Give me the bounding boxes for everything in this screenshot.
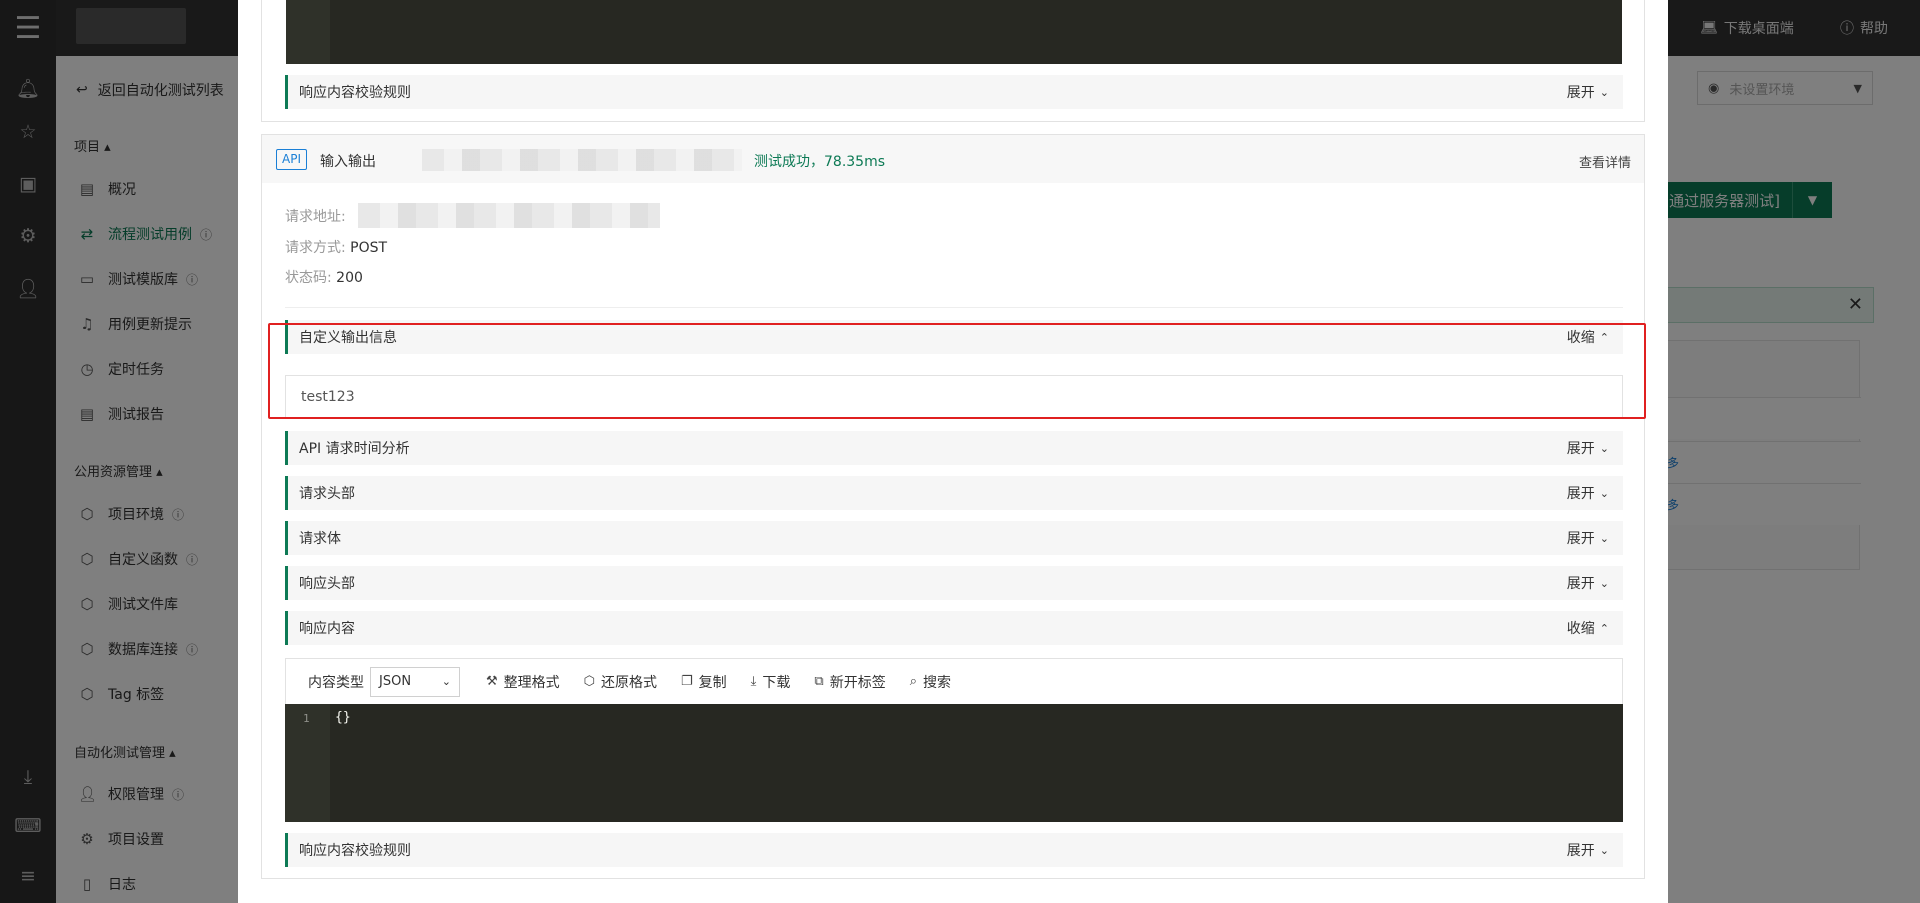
chevron-down-icon: ⌄: [1599, 441, 1609, 455]
hammer-icon: ⚒: [486, 674, 498, 689]
section-response-content[interactable]: 响应内容 收缩 ⌃: [285, 611, 1623, 645]
section-response-validation-top[interactable]: 响应内容校验规则 展开 ⌄: [285, 75, 1623, 109]
request-url-row: 请求地址:: [285, 209, 346, 225]
section-response-headers[interactable]: 响应头部 展开 ⌄: [285, 566, 1623, 600]
response-toolbar: 内容类型 JSON ⌄ ⚒ 整理格式 ⬡ 还原格式 ❐ 复制 ⤓ 下载 ⧉ 新开标签 ⌕ 搜索: [285, 658, 1623, 704]
section-request-headers[interactable]: 请求头部 展开 ⌄: [285, 476, 1623, 510]
expand-toggle[interactable]: 展开 ⌄: [1567, 82, 1609, 102]
section-label: 响应内容: [299, 621, 355, 637]
view-details-link[interactable]: 查看详情: [1579, 152, 1631, 171]
api-tag: API: [276, 149, 307, 170]
chevron-down-icon: ⌄: [441, 675, 451, 688]
download-icon: ⤓: [750, 674, 757, 689]
section-request-timing[interactable]: API 请求时间分析 展开 ⌄: [285, 431, 1623, 465]
expand-toggle[interactable]: 展开 ⌄: [1567, 573, 1609, 593]
section-label: 请求体: [299, 531, 341, 547]
status-text: 测试成功，78.35ms: [754, 154, 886, 170]
section-label: 响应内容校验规则: [299, 85, 411, 101]
request-method-value: POST: [350, 240, 388, 256]
section-label: 响应内容校验规则: [299, 843, 411, 859]
section-request-body[interactable]: 请求体 展开 ⌄: [285, 521, 1623, 555]
custom-output-value: test123: [301, 389, 355, 405]
status-code-row: 状态码: 200: [285, 270, 363, 286]
section-label: 请求头部: [299, 486, 355, 502]
expand-toggle[interactable]: 展开 ⌄: [1567, 483, 1609, 503]
copy-button[interactable]: ❐ 复制: [681, 672, 727, 692]
chevron-up-icon: ⌃: [1599, 621, 1609, 635]
search-icon: ⌕: [909, 674, 917, 689]
content-type-label: 内容类型: [308, 674, 364, 691]
request-method-row: 请求方式: POST: [285, 240, 388, 256]
expand-toggle[interactable]: 展开 ⌄: [1567, 840, 1609, 860]
code-content[interactable]: {}: [335, 710, 351, 725]
chevron-down-icon: ⌄: [1599, 85, 1609, 99]
section-label: API 请求时间分析: [299, 441, 410, 457]
copy-icon: ❐: [681, 674, 693, 689]
search-button[interactable]: ⌕ 搜索: [910, 672, 951, 692]
redacted-url: [422, 149, 742, 171]
editor-gutter: [286, 0, 330, 64]
divider: [285, 307, 1623, 308]
chevron-down-icon: ⌄: [1599, 531, 1609, 545]
collapse-toggle[interactable]: 收缩 ⌃: [1567, 618, 1609, 638]
download-button[interactable]: ⤓ 下载: [751, 672, 791, 692]
section-label: 自定义输出信息: [299, 330, 397, 346]
test-detail-modal: 响应内容校验规则 展开 ⌄ API 输入输出 测试成功，78.35ms 查看详情 …: [238, 0, 1668, 903]
section-response-validation[interactable]: 响应内容校验规则 展开 ⌄: [285, 833, 1623, 867]
cube-icon: ⬡: [583, 674, 596, 689]
io-label: 输入输出: [320, 154, 376, 170]
format-button[interactable]: ⚒ 整理格式: [486, 672, 560, 692]
chevron-down-icon: ⌄: [1599, 486, 1609, 500]
section-label: 响应头部: [299, 576, 355, 592]
previous-step-card: 响应内容校验规则 展开 ⌄: [261, 0, 1645, 122]
expand-toggle[interactable]: 展开 ⌄: [1567, 438, 1609, 458]
restore-format-button[interactable]: ⬡ 还原格式: [584, 672, 657, 692]
open-new-tab-button[interactable]: ⧉ 新开标签: [814, 672, 885, 692]
chevron-up-icon: ⌃: [1599, 330, 1609, 344]
api-step-header: API 输入输出 测试成功，78.35ms 查看详情: [261, 134, 1645, 184]
redacted-request-url: [358, 203, 660, 228]
expand-toggle[interactable]: 展开 ⌄: [1567, 528, 1609, 548]
chevron-down-icon: ⌄: [1599, 576, 1609, 590]
content-type-select[interactable]: JSON ⌄: [370, 666, 460, 697]
custom-output-box: test123: [285, 375, 1623, 419]
external-link-icon: ⧉: [814, 674, 824, 689]
collapse-toggle[interactable]: 收缩 ⌃: [1567, 327, 1609, 347]
section-custom-output[interactable]: 自定义输出信息 收缩 ⌃: [285, 320, 1623, 354]
response-code-editor[interactable]: 1 {}: [285, 704, 1623, 822]
status-code-value: 200: [336, 270, 363, 286]
line-number: 1: [303, 712, 310, 725]
chevron-down-icon: ⌄: [1599, 843, 1609, 857]
code-editor[interactable]: [286, 0, 1622, 64]
